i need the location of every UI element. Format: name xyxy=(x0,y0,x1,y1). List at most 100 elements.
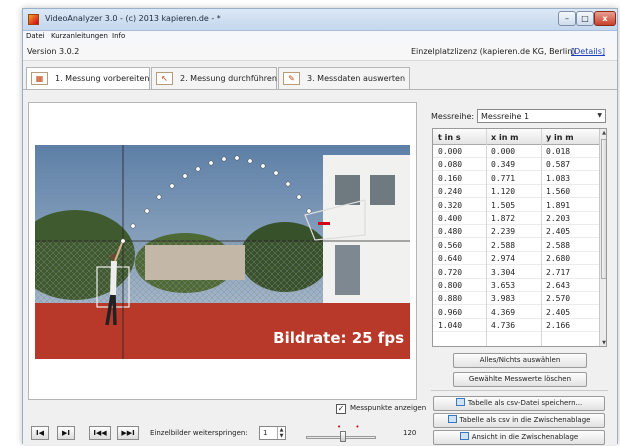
video-frame[interactable]: Bildrate: 25 fps xyxy=(35,145,410,359)
cursor-icon: ↖ xyxy=(156,72,173,85)
skip-frames-stepper[interactable]: 1 ▲ ▼ xyxy=(259,426,286,440)
table-row[interactable]: 0.080 0.349 0.587 xyxy=(433,158,599,172)
table-cell: 2.405 xyxy=(546,227,571,237)
table-row[interactable]: 0.400 1.872 2.203 xyxy=(433,212,599,225)
chart-pencil-icon: ✎ xyxy=(283,72,300,85)
table-row[interactable]: 0.160 0.771 1.083 xyxy=(433,172,599,185)
first-frame-button[interactable]: I◀ xyxy=(31,426,49,440)
minimize-button[interactable]: – xyxy=(558,11,576,26)
table-row[interactable]: 0.320 1.505 1.891 xyxy=(433,199,599,212)
series-select[interactable]: Messreihe 1 ▼ xyxy=(477,109,606,123)
window-title: VideoAnalyzer 3.0 - (c) 2013 kapieren.de… xyxy=(45,14,221,23)
license-label: Einzelplatzlizenz (kapieren.de KG, Berli… xyxy=(411,47,576,56)
column-header-y[interactable]: y in m xyxy=(546,133,574,142)
table-cell: 1.891 xyxy=(546,200,571,210)
measurement-table[interactable]: t in s x in m y in m 0.000 0.000 0.018 0.08… xyxy=(432,128,607,347)
table-row[interactable]: 0.800 3.653 2.643 xyxy=(433,279,599,292)
clipboard-icon xyxy=(447,415,457,423)
column-divider xyxy=(541,129,542,346)
table-cell: 1.120 xyxy=(491,187,516,197)
menu-datei[interactable]: Datei xyxy=(26,32,45,40)
delete-selected-button[interactable]: Gewählte Messwerte löschen xyxy=(453,372,587,387)
tab-label: 3. Messdaten auswerten xyxy=(307,74,406,83)
table-row[interactable]: 0.640 2.974 2.680 xyxy=(433,252,599,266)
rewind-button[interactable]: I◀◀ xyxy=(89,426,111,440)
table-save-icon xyxy=(455,398,465,406)
video-icon: ▦ xyxy=(31,72,48,85)
column-header-t[interactable]: t in s xyxy=(438,133,461,142)
menu-info[interactable]: Info xyxy=(112,32,125,40)
tab-label: 2. Messung durchführen xyxy=(180,74,277,83)
table-cell: 1.560 xyxy=(546,187,571,197)
table-scrollbar[interactable]: ▲ ▼ xyxy=(599,129,606,346)
app-logo-icon xyxy=(28,14,39,25)
table-cell: 1.505 xyxy=(491,200,516,210)
details-link[interactable]: [Details] xyxy=(571,47,605,56)
table-cell: 0.000 xyxy=(491,147,516,156)
table-row[interactable]: 0.240 1.120 1.560 xyxy=(433,185,599,199)
scrollbar-thumb[interactable] xyxy=(601,139,606,279)
fast-forward-button[interactable]: ▶▶I xyxy=(117,426,139,440)
frame-slider-thumb[interactable] xyxy=(340,431,346,442)
fps-overlay: Bildrate: 25 fps xyxy=(273,329,404,347)
save-csv-button[interactable]: Tabelle als csv-Datei speichern... xyxy=(433,396,605,411)
chevron-down-icon: ▼ xyxy=(597,112,602,119)
frame-number: 120 xyxy=(403,429,417,437)
save-csv-label: Tabelle als csv-Datei speichern... xyxy=(467,399,583,407)
tab-measure[interactable]: ↖ 2. Messung durchführen xyxy=(151,67,277,89)
table-cell: 0.349 xyxy=(491,160,516,170)
table-cell: 0.480 xyxy=(438,227,463,237)
series-label: Messreihe: xyxy=(431,112,475,121)
series-value: Messreihe 1 xyxy=(481,112,530,121)
table-cell: 2.974 xyxy=(491,254,516,264)
copy-view-button[interactable]: Ansicht in die Zwischenablage xyxy=(433,430,605,445)
menu-bar: Datei Kurzanleitungen Info xyxy=(23,31,617,43)
table-cell: 0.000 xyxy=(438,147,463,156)
copy-csv-button[interactable]: Tabelle als csv in die Zwischenablage xyxy=(433,413,605,428)
tab-evaluate[interactable]: ✎ 3. Messdaten auswerten xyxy=(278,67,410,89)
table-row[interactable]: 0.880 3.983 2.570 xyxy=(433,292,599,306)
table-cell: 0.320 xyxy=(438,200,463,210)
table-cell: 2.643 xyxy=(546,281,571,290)
tab-prepare[interactable]: ▦ 1. Messung vorbereiten xyxy=(26,67,150,89)
table-cell: 0.240 xyxy=(438,187,463,197)
table-cell: 0.880 xyxy=(438,294,463,304)
table-cell: 0.587 xyxy=(546,160,571,170)
table-cell: 0.960 xyxy=(438,307,463,317)
version-label: Version 3.0.2 xyxy=(27,47,80,56)
close-button[interactable]: x xyxy=(594,11,616,26)
table-row[interactable]: 0.720 3.304 2.717 xyxy=(433,266,599,279)
video-panel: Bildrate: 25 fps xyxy=(28,102,417,400)
slider-markers: • • xyxy=(337,423,366,431)
table-row[interactable]: 1.040 4.736 2.166 xyxy=(433,319,599,333)
table-row[interactable]: 0.560 2.588 2.588 xyxy=(433,239,599,252)
table-cell: 1.040 xyxy=(438,321,463,331)
column-header-x[interactable]: x in m xyxy=(491,133,519,142)
table-cell: 3.983 xyxy=(491,294,516,304)
next-frame-button[interactable]: ▶I xyxy=(57,426,75,440)
table-cell: 0.018 xyxy=(546,147,571,156)
tab-label: 1. Messung vorbereiten xyxy=(55,74,150,83)
table-cell: 1.872 xyxy=(491,214,516,223)
table-cell: 2.588 xyxy=(491,240,516,250)
menu-kurzanleitungen[interactable]: Kurzanleitungen xyxy=(51,32,108,40)
scroll-up-icon[interactable]: ▲ xyxy=(600,129,606,138)
table-body: 0.000 0.000 0.018 0.080 0.349 0.587 0.160 0.771… xyxy=(433,145,599,346)
table-cell: 2.570 xyxy=(546,294,571,304)
table-row[interactable]: 0.000 0.000 0.018 xyxy=(433,145,599,158)
select-all-button[interactable]: Alles/Nichts auswählen xyxy=(453,353,587,368)
show-points-checkbox[interactable]: ✓ xyxy=(336,404,346,414)
table-row[interactable]: 0.960 4.369 2.405 xyxy=(433,306,599,319)
table-cell: 0.160 xyxy=(438,173,463,183)
table-cell: 4.736 xyxy=(491,321,516,331)
video-image: Bildrate: 25 fps xyxy=(35,145,410,359)
table-row[interactable]: 0.480 2.239 2.405 xyxy=(433,225,599,239)
table-cell: 2.166 xyxy=(546,321,571,331)
info-bar: Version 3.0.2 Einzelplatzlizenz (kapiere… xyxy=(23,43,617,61)
table-cell: 2.239 xyxy=(491,227,516,237)
table-cell: 2.588 xyxy=(546,240,571,250)
scroll-down-icon[interactable]: ▼ xyxy=(600,339,606,346)
stepper-arrows-icon[interactable]: ▲ ▼ xyxy=(277,427,285,439)
table-cell: 0.720 xyxy=(438,267,463,277)
maximize-button[interactable]: □ xyxy=(576,11,594,26)
